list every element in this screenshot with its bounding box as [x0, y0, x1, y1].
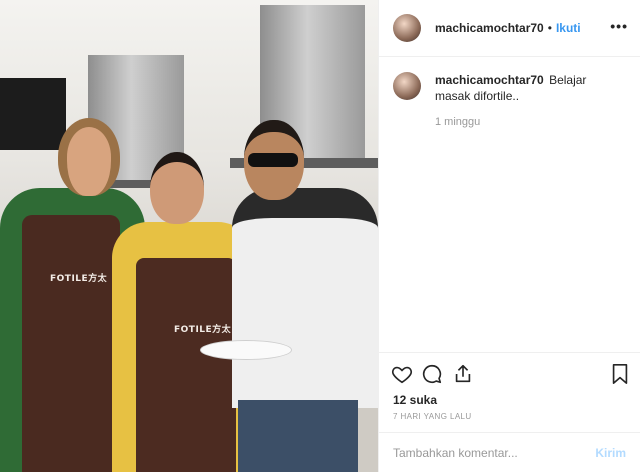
comment-icon[interactable]	[421, 363, 443, 385]
caption-text-block: machicamochtar70 Belajar masak difortile…	[435, 72, 625, 104]
post-photo[interactable]: FOTILE方太 FOTILE方太	[0, 0, 378, 472]
caption-avatar[interactable]	[393, 72, 421, 100]
avatar[interactable]	[393, 14, 421, 42]
instagram-post: FOTILE方太 FOTILE方太 machicamochtar70 • Iku…	[0, 0, 640, 472]
more-options-icon[interactable]: •••	[610, 18, 628, 34]
apron-brand-middle: FOTILE方太	[174, 325, 232, 335]
post-date[interactable]: 7 HARI YANG LALU	[393, 412, 472, 421]
follow-button[interactable]: Ikuti	[556, 21, 581, 35]
separator-dot: •	[547, 21, 552, 35]
comment-input[interactable]	[393, 446, 596, 460]
person-middle-head	[150, 152, 204, 224]
caption-time[interactable]: 1 minggu	[435, 116, 480, 128]
post-header: machicamochtar70 • Ikuti •••	[379, 0, 640, 57]
food-plate	[200, 340, 292, 360]
actions-section: 12 suka 7 HARI YANG LALU Kirim	[379, 352, 640, 472]
sunglasses	[248, 153, 298, 167]
person-right-body	[232, 188, 378, 408]
person-left-head	[58, 118, 120, 196]
post-sidebar: machicamochtar70 • Ikuti ••• machicamoch…	[378, 0, 640, 472]
apron-brand-left: FOTILE方太	[50, 274, 108, 284]
apron-middle	[136, 258, 236, 472]
comment-bar: Kirim	[379, 432, 640, 472]
person-right-jeans	[238, 400, 358, 472]
wall-tv	[0, 78, 66, 150]
bookmark-icon[interactable]	[610, 363, 630, 385]
like-count[interactable]: 12 suka	[393, 393, 437, 407]
header-username[interactable]: machicamochtar70	[435, 21, 544, 35]
share-icon[interactable]	[452, 363, 474, 385]
heart-icon[interactable]	[391, 363, 413, 385]
caption: machicamochtar70 Belajar masak difortile…	[393, 72, 629, 104]
post-comment-button[interactable]: Kirim	[595, 446, 626, 460]
apron-left	[22, 215, 120, 472]
caption-username[interactable]: machicamochtar70	[435, 73, 544, 87]
